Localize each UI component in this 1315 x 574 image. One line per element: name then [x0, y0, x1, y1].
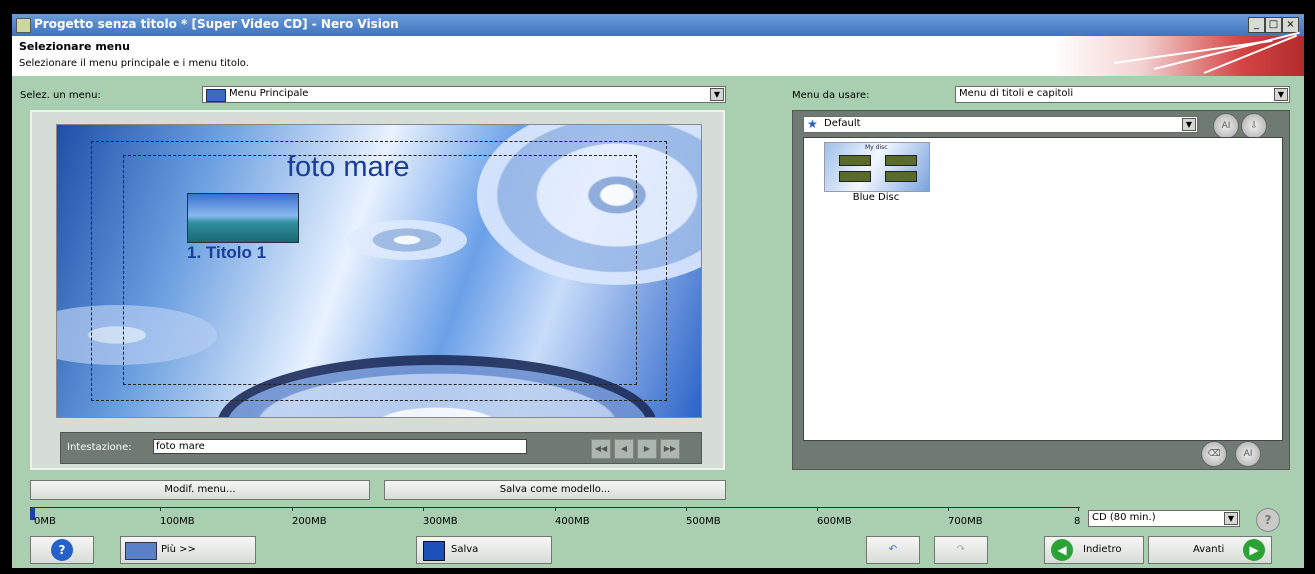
- menu-type-select[interactable]: Menu di titoli e capitoli ▼: [955, 86, 1290, 103]
- safe-area-inner: [123, 155, 637, 385]
- arrow-right-icon: ▶: [1243, 539, 1265, 561]
- main-menu-select-value: Menu Principale: [229, 88, 309, 99]
- ruler-label: 500MB: [686, 516, 721, 527]
- preview-title[interactable]: foto mare: [287, 151, 410, 184]
- more-button-label: Più >>: [161, 544, 196, 555]
- ruler-label: 200MB: [292, 516, 327, 527]
- first-page-icon[interactable]: ◀◀: [591, 439, 611, 459]
- template-name: Blue Disc: [852, 192, 900, 203]
- edit-menu-button[interactable]: Modif. menu...: [30, 480, 370, 500]
- chevron-down-icon[interactable]: ▼: [1274, 88, 1288, 101]
- heading-input[interactable]: [153, 439, 527, 454]
- last-page-icon[interactable]: ▶▶: [660, 439, 680, 459]
- chevron-down-icon[interactable]: ▼: [710, 88, 724, 101]
- maximize-button[interactable]: □: [1265, 17, 1282, 33]
- main-menu-select[interactable]: Menu Principale ▼: [202, 86, 726, 103]
- delete-template-icon[interactable]: ⌫: [1201, 441, 1227, 467]
- undo-icon: ↶: [888, 544, 898, 555]
- template-list: My disc Blue Disc: [803, 137, 1283, 441]
- chevron-down-icon[interactable]: ▼: [1224, 512, 1238, 525]
- menu-use-label: Menu da usare:: [792, 90, 870, 101]
- minimize-button[interactable]: _: [1248, 17, 1265, 33]
- save-button[interactable]: Salva: [416, 536, 552, 564]
- star-icon: ★: [807, 117, 818, 131]
- header-banner-image: [1054, 31, 1304, 76]
- template-item[interactable]: My disc Blue Disc: [822, 142, 930, 212]
- menu-preview-panel: foto mare 1. Titolo 1 Intestazione: ◀◀ ◀…: [30, 110, 725, 470]
- disc-type-select-value: CD (80 min.): [1092, 512, 1156, 523]
- next-page-icon[interactable]: ▶: [637, 439, 657, 459]
- redo-icon: ↷: [956, 544, 966, 555]
- arrow-left-icon: ◀: [1051, 539, 1073, 561]
- film-icon: [125, 542, 157, 560]
- template-thumbnail: My disc: [824, 142, 930, 192]
- close-button[interactable]: ×: [1282, 17, 1299, 33]
- export-icon[interactable]: ⇩: [1241, 113, 1267, 139]
- help-icon: ?: [51, 539, 73, 561]
- help-button[interactable]: ?: [30, 536, 94, 564]
- screen: { "window": { "title": "Progetto senza t…: [0, 0, 1315, 574]
- ruler-label: 100MB: [160, 516, 195, 527]
- disc-capacity-ruler: 0MB 100MB 200MB 300MB 400MB 500MB 600MB …: [30, 506, 1080, 528]
- undo-button[interactable]: ↶: [866, 536, 920, 564]
- menu-select-label: Selez. un menu:: [20, 90, 101, 101]
- style-select[interactable]: ★ Default ▼: [803, 116, 1198, 133]
- prev-page-icon[interactable]: ◀: [614, 439, 634, 459]
- page-title: Selezionare menu: [19, 40, 130, 53]
- title-thumbnail-label[interactable]: 1. Titolo 1: [187, 243, 266, 263]
- floppy-disk-icon: [423, 541, 445, 561]
- chevron-down-icon[interactable]: ▼: [1182, 118, 1196, 131]
- ruler-label: 600MB: [817, 516, 852, 527]
- back-button[interactable]: ◀ Indietro: [1044, 536, 1144, 564]
- help-icon[interactable]: ?: [1256, 508, 1280, 532]
- style-select-value: Default: [824, 118, 861, 129]
- title-thumbnail[interactable]: [187, 193, 299, 243]
- ruler-label: 8: [1074, 516, 1081, 527]
- header: Selezionare menu Selezionare il menu pri…: [12, 31, 1304, 76]
- next-button-label: Avanti: [1193, 544, 1225, 555]
- heading-label: Intestazione:: [67, 442, 132, 453]
- window-title: Progetto senza titolo * [Super Video CD]…: [34, 17, 399, 31]
- import-icon[interactable]: AI: [1213, 113, 1239, 139]
- more-button[interactable]: Più >>: [120, 536, 256, 564]
- title-bar: Progetto senza titolo * [Super Video CD]…: [12, 14, 1304, 36]
- menu-preview-canvas[interactable]: foto mare 1. Titolo 1: [56, 124, 702, 418]
- ruler-label: 300MB: [423, 516, 458, 527]
- save-template-button[interactable]: Salva come modello...: [384, 480, 726, 500]
- redo-button[interactable]: ↷: [934, 536, 988, 564]
- page-subtitle: Selezionare il menu principale e i menu …: [19, 58, 249, 69]
- ruler-label: 0MB: [34, 516, 56, 527]
- add-template-icon[interactable]: AI: [1235, 441, 1261, 467]
- menu-grid-icon: [206, 89, 226, 102]
- ruler-label: 400MB: [555, 516, 590, 527]
- disc-type-select[interactable]: CD (80 min.) ▼: [1088, 510, 1240, 527]
- app-icon: [16, 18, 31, 33]
- back-button-label: Indietro: [1083, 544, 1122, 555]
- template-panel: ★ Default ▼ AI ⇩ My disc Blue Disc ⌫ AI: [792, 110, 1290, 470]
- ruler-label: 700MB: [948, 516, 983, 527]
- menu-type-select-value: Menu di titoli e capitoli: [959, 88, 1074, 99]
- template-thumbnail-caption: My disc: [865, 144, 888, 151]
- next-button[interactable]: Avanti ▶: [1148, 536, 1272, 564]
- save-button-label: Salva: [451, 544, 479, 555]
- heading-bar: Intestazione: ◀◀ ◀ ▶ ▶▶: [60, 432, 702, 464]
- app-window: Progetto senza titolo * [Super Video CD]…: [12, 14, 1304, 568]
